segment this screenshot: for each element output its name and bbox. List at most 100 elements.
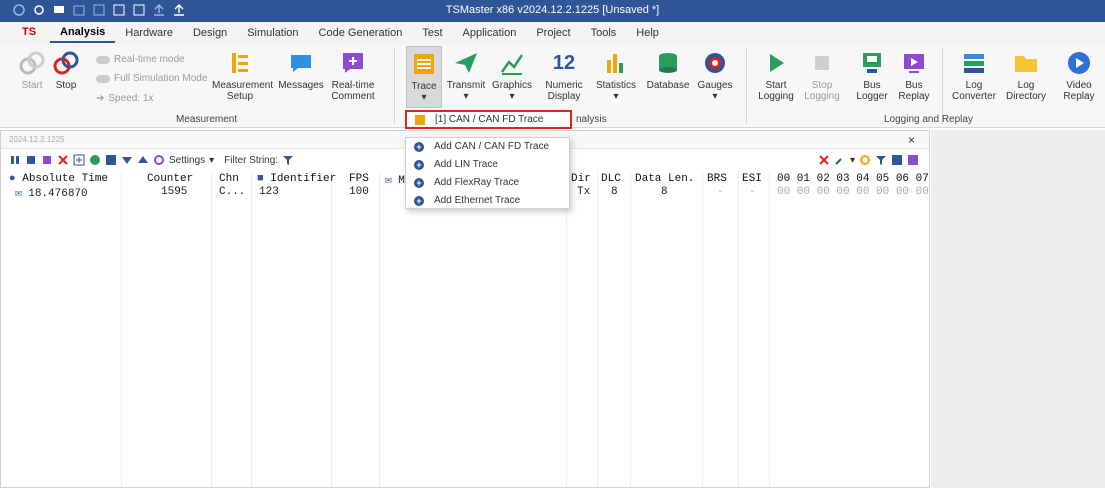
statistics-button[interactable]: Statistics ▾: [594, 50, 638, 102]
header-chn[interactable]: Chn: [219, 173, 239, 185]
header-data-len[interactable]: Data Len.: [635, 173, 694, 185]
row-dir[interactable]: Tx: [577, 186, 590, 198]
row-absolute-time[interactable]: ✉ 18.476870: [15, 186, 88, 200]
plus-icon: +: [414, 196, 424, 206]
chevron-down-icon[interactable]: ▾: [209, 155, 214, 166]
group-logging-label: Logging and Replay: [884, 114, 973, 125]
menu-item-label: Add Ethernet Trace: [434, 195, 521, 206]
header-dlc[interactable]: DLC: [601, 173, 621, 185]
database-label: Database: [646, 80, 690, 91]
header-identifier[interactable]: ■ Identifier: [257, 173, 336, 185]
start-logging-button[interactable]: Start Logging: [756, 50, 796, 102]
database-icon: [655, 50, 681, 76]
tab-tools[interactable]: Tools: [581, 22, 627, 44]
row-data-len[interactable]: 8: [661, 186, 668, 198]
header-esi[interactable]: ESI: [742, 173, 762, 185]
messages-button[interactable]: Messages: [278, 50, 324, 91]
gauges-button[interactable]: Gauges ▾: [697, 50, 733, 102]
speed-selector[interactable]: ➔ Speed: 1x: [96, 93, 153, 104]
log-directory-label-1: Log: [1017, 80, 1035, 91]
bus-logger-button[interactable]: Bus Logger: [852, 50, 892, 102]
header-counter[interactable]: Counter: [147, 173, 193, 185]
header-brs[interactable]: BRS: [707, 173, 727, 185]
header-dir[interactable]: Dir: [571, 173, 591, 185]
row-fps[interactable]: 100: [349, 186, 369, 198]
tab-hardware[interactable]: Hardware: [115, 22, 183, 44]
pause-icon[interactable]: [9, 154, 21, 166]
copy-icon[interactable]: [25, 154, 37, 166]
row-bytes[interactable]: 00 00 00 00 00 00 00 00: [777, 186, 929, 198]
graphics-button[interactable]: Graphics ▾: [492, 50, 532, 102]
menu-item-add-can-trace[interactable]: + Add CAN / CAN FD Trace: [406, 138, 569, 156]
tab-help[interactable]: Help: [626, 22, 669, 44]
video-play-icon: [1066, 50, 1092, 76]
filter-funnel-icon[interactable]: [875, 154, 887, 166]
menu-item-add-ethernet-trace[interactable]: + Add Ethernet Trace: [406, 192, 569, 210]
copy-all-icon[interactable]: [41, 154, 53, 166]
header-m[interactable]: ✉ M: [385, 173, 405, 187]
transmit-button[interactable]: Transmit ▾: [446, 50, 486, 102]
app-logo[interactable]: TS: [22, 26, 38, 40]
full-simulation-toggle[interactable]: Full Simulation Mode: [96, 73, 207, 84]
database-button[interactable]: Database: [646, 50, 690, 91]
tab-design[interactable]: Design: [183, 22, 237, 44]
link-icon[interactable]: [859, 154, 871, 166]
realtime-comment-button[interactable]: Real-time Comment: [330, 50, 376, 102]
row-counter[interactable]: 1595: [161, 186, 187, 198]
video-replay-button[interactable]: Video Replay: [1056, 50, 1102, 102]
menu-item-add-lin-trace[interactable]: + Add LIN Trace: [406, 156, 569, 174]
tab-project[interactable]: Project: [526, 22, 580, 44]
wrench-icon[interactable]: [834, 154, 846, 166]
filter-icon[interactable]: [282, 154, 294, 166]
export-icon[interactable]: [907, 154, 919, 166]
replay-icon: [901, 50, 927, 76]
start-label: Start: [21, 80, 43, 91]
menu-item-add-flexray-trace[interactable]: + Add FlexRay Trace: [406, 174, 569, 192]
row-dlc[interactable]: 8: [611, 186, 618, 198]
measurement-setup-label-2: Setup: [226, 91, 254, 102]
row-brs[interactable]: -: [717, 186, 724, 198]
tab-test[interactable]: Test: [412, 22, 452, 44]
triangle-down-icon[interactable]: [121, 154, 133, 166]
tab-simulation[interactable]: Simulation: [237, 22, 308, 44]
clock-icon[interactable]: [89, 154, 101, 166]
start-icon: [19, 50, 45, 76]
numeric-display-button[interactable]: 12 Numeric Display: [544, 50, 584, 102]
triangle-up-icon[interactable]: [137, 154, 149, 166]
close-icon[interactable]: ×: [908, 133, 915, 147]
log-converter-label-1: Log: [965, 80, 983, 91]
tab-analysis[interactable]: Analysis: [50, 23, 116, 43]
header-absolute-time[interactable]: ● Absolute Time: [9, 173, 108, 185]
clear-icon[interactable]: [57, 154, 69, 166]
chevron-down-icon[interactable]: ▾: [850, 155, 855, 166]
measurement-setup-button[interactable]: Measurement Setup: [212, 50, 273, 102]
row-chn[interactable]: C...: [219, 186, 245, 198]
settings-button[interactable]: Settings: [169, 155, 205, 166]
header-bytes[interactable]: 00 01 02 03 04 05 06 07: [777, 173, 929, 185]
stop-logging-button[interactable]: Stop Logging: [802, 50, 842, 102]
tab-application[interactable]: Application: [453, 22, 527, 44]
log-directory-button[interactable]: Log Directory: [1004, 50, 1048, 102]
expand-icon[interactable]: [73, 154, 85, 166]
stop-button[interactable]: Stop: [52, 50, 80, 91]
header-fps[interactable]: FPS: [349, 173, 369, 185]
sort-icon[interactable]: [105, 154, 117, 166]
bus-replay-label-1: Bus: [905, 80, 923, 91]
dropdown-selected-item[interactable]: [1] CAN / CAN FD Trace: [405, 110, 572, 129]
close-filter-icon[interactable]: [818, 154, 830, 166]
row-identifier[interactable]: 123: [259, 186, 279, 198]
menu-bar: TS Analysis Hardware Design Simulation C…: [0, 22, 1105, 44]
row-absolute-time-value: 18.476870: [28, 188, 88, 200]
row-esi[interactable]: -: [749, 186, 756, 198]
bus-replay-button[interactable]: Bus Replay: [896, 50, 932, 102]
title-bar: TSMaster x86 v2024.12.2.1225 [Unsaved *]: [0, 0, 1105, 22]
realtime-mode-toggle[interactable]: Real-time mode: [96, 54, 185, 65]
log-converter-button[interactable]: Log Converter: [950, 50, 998, 102]
start-button[interactable]: Start: [18, 50, 46, 91]
trace-button[interactable]: Trace ▾: [406, 46, 442, 108]
tab-code-generation[interactable]: Code Generation: [309, 22, 413, 44]
transmit-label: Transmit: [446, 80, 486, 91]
clear-filter-icon[interactable]: [891, 154, 903, 166]
column-divider: [702, 171, 703, 487]
header-identifier-label: Identifier: [270, 173, 337, 185]
